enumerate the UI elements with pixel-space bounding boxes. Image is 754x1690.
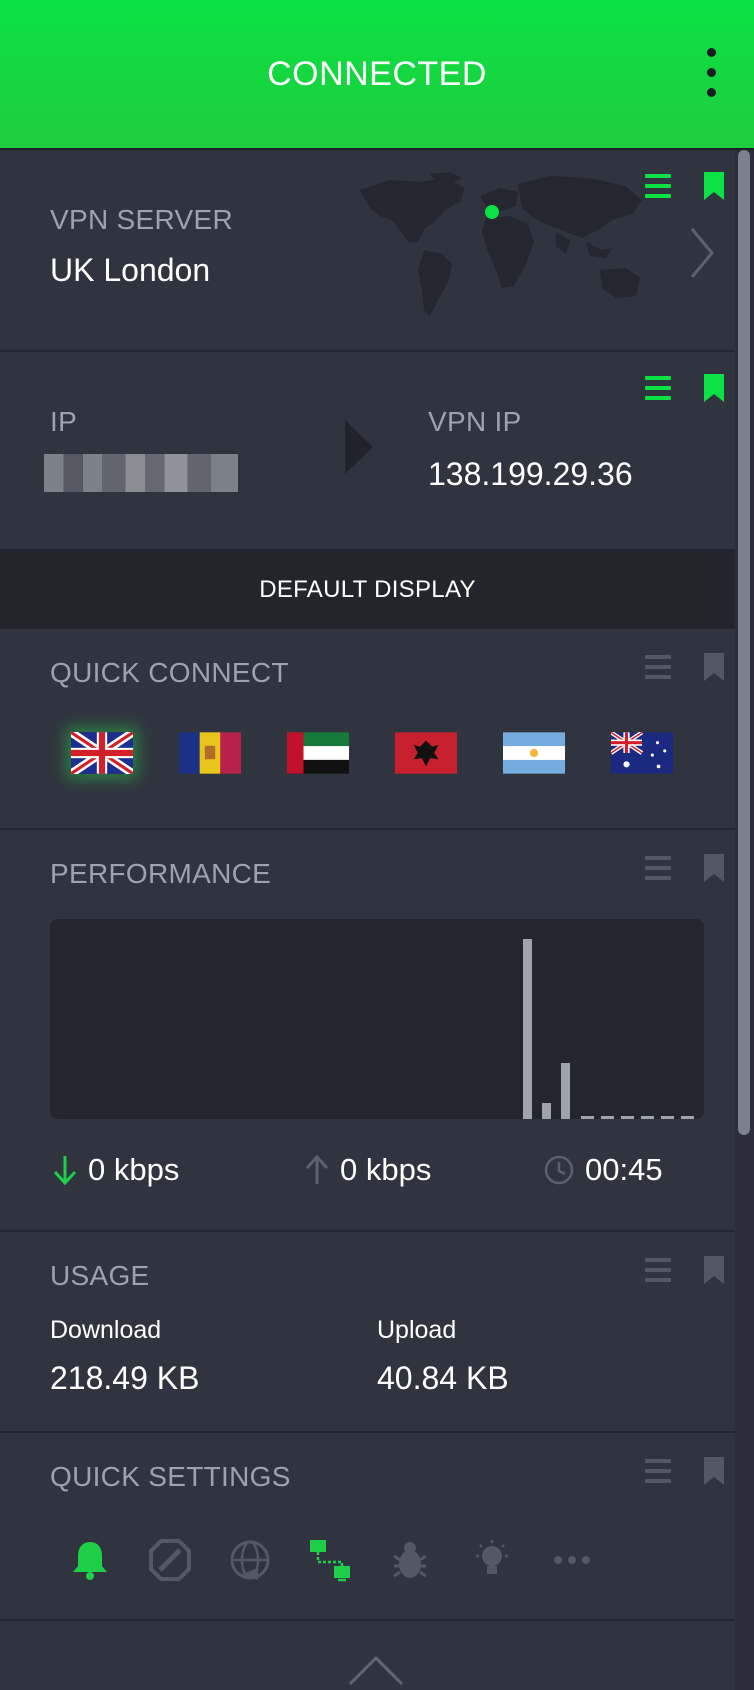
bulb-icon[interactable] (470, 1538, 514, 1582)
graph-bar (601, 1116, 614, 1119)
list-icon[interactable] (645, 1258, 671, 1282)
bookmark-icon[interactable] (703, 374, 725, 402)
upload-speed-value: 0 kbps (340, 1152, 432, 1187)
default-display-button[interactable]: DEFAULT DISPLAY (0, 551, 735, 629)
bookmark-icon[interactable] (703, 854, 725, 882)
albania-flag[interactable] (395, 732, 457, 774)
world-map-icon (360, 172, 642, 316)
quick-connect-card: QUICK CONNECT (0, 629, 735, 830)
card-controls (645, 653, 735, 687)
australia-flag[interactable] (611, 732, 673, 774)
bookmark-icon[interactable] (703, 653, 725, 681)
usage-upload-value: 40.84 KB (377, 1360, 509, 1396)
list-icon[interactable] (645, 174, 671, 198)
scrollbar-thumb[interactable] (738, 150, 750, 1135)
usage-download-label: Download (50, 1316, 162, 1344)
download-speed-value: 0 kbps (88, 1152, 180, 1187)
graph-bar (681, 1116, 694, 1119)
chevron-up-icon[interactable] (348, 1652, 404, 1686)
graph-bar (581, 1116, 594, 1119)
usage-upload-label: Upload (377, 1316, 457, 1344)
usage-download-value: 218.49 KB (50, 1360, 200, 1396)
list-icon[interactable] (645, 1459, 671, 1483)
bookmark-icon[interactable] (703, 1457, 725, 1485)
argentina-flag[interactable] (503, 732, 565, 774)
more-icon[interactable] (550, 1538, 594, 1582)
bookmark-icon[interactable] (703, 1256, 725, 1284)
hidden-ip-value (44, 454, 238, 492)
graph-bar (523, 939, 532, 1119)
list-icon[interactable] (645, 655, 671, 679)
graph-bar (542, 1103, 551, 1119)
session-time: 00:45 (543, 1152, 663, 1188)
list-icon[interactable] (645, 856, 671, 880)
performance-graph (50, 919, 704, 1119)
bug-icon[interactable] (388, 1538, 432, 1582)
clock-icon (544, 1155, 574, 1185)
globe-icon[interactable] (228, 1538, 272, 1582)
uae-flag[interactable] (287, 732, 349, 774)
more-menu-icon[interactable] (704, 48, 718, 98)
card-controls (645, 854, 735, 888)
card-controls (645, 374, 735, 408)
andorra-flag[interactable] (179, 732, 241, 774)
usage-card: USAGE Download 218.49 KB Upload 40.84 KB (0, 1232, 735, 1433)
vpn-ip-label: VPN IP (428, 406, 522, 437)
chevron-right-icon[interactable] (688, 226, 716, 280)
arrow-up-icon (305, 1154, 329, 1184)
upload-speed: 0 kbps (304, 1152, 431, 1188)
graph-bar (661, 1116, 674, 1119)
card-controls (645, 1457, 735, 1491)
network-icon[interactable] (308, 1538, 352, 1582)
vpn-server-value: UK London (50, 252, 211, 288)
quick-connect-label: QUICK CONNECT (50, 657, 289, 688)
usage-label: USAGE (50, 1260, 150, 1291)
bookmark-icon[interactable] (703, 172, 725, 200)
vpn-server-label: VPN SERVER (50, 204, 233, 235)
uk-flag[interactable] (71, 732, 133, 774)
list-icon[interactable] (645, 376, 671, 400)
block-icon[interactable] (148, 1538, 192, 1582)
bell-icon[interactable] (68, 1538, 112, 1582)
connection-status: CONNECTED (267, 54, 487, 93)
ip-card: IP VPN IP 138.199.29.36 (0, 352, 735, 551)
vpn-ip-value: 138.199.29.36 (428, 456, 633, 492)
download-speed: 0 kbps (52, 1152, 179, 1188)
graph-bar (621, 1116, 634, 1119)
status-header: CONNECTED (0, 0, 754, 150)
graph-bar (561, 1063, 570, 1119)
vpn-server-card[interactable]: VPN SERVER UK London (0, 150, 735, 352)
performance-label: PERFORMANCE (50, 858, 272, 889)
graph-bar (641, 1116, 654, 1119)
quick-settings-label: QUICK SETTINGS (50, 1461, 291, 1492)
card-controls (645, 172, 735, 206)
arrow-right-icon (345, 420, 373, 474)
card-controls (645, 1256, 735, 1290)
quick-settings-card: QUICK SETTINGS (0, 1433, 735, 1621)
arrow-down-icon (53, 1156, 77, 1186)
ip-label: IP (50, 406, 78, 437)
session-time-value: 00:45 (585, 1152, 663, 1187)
